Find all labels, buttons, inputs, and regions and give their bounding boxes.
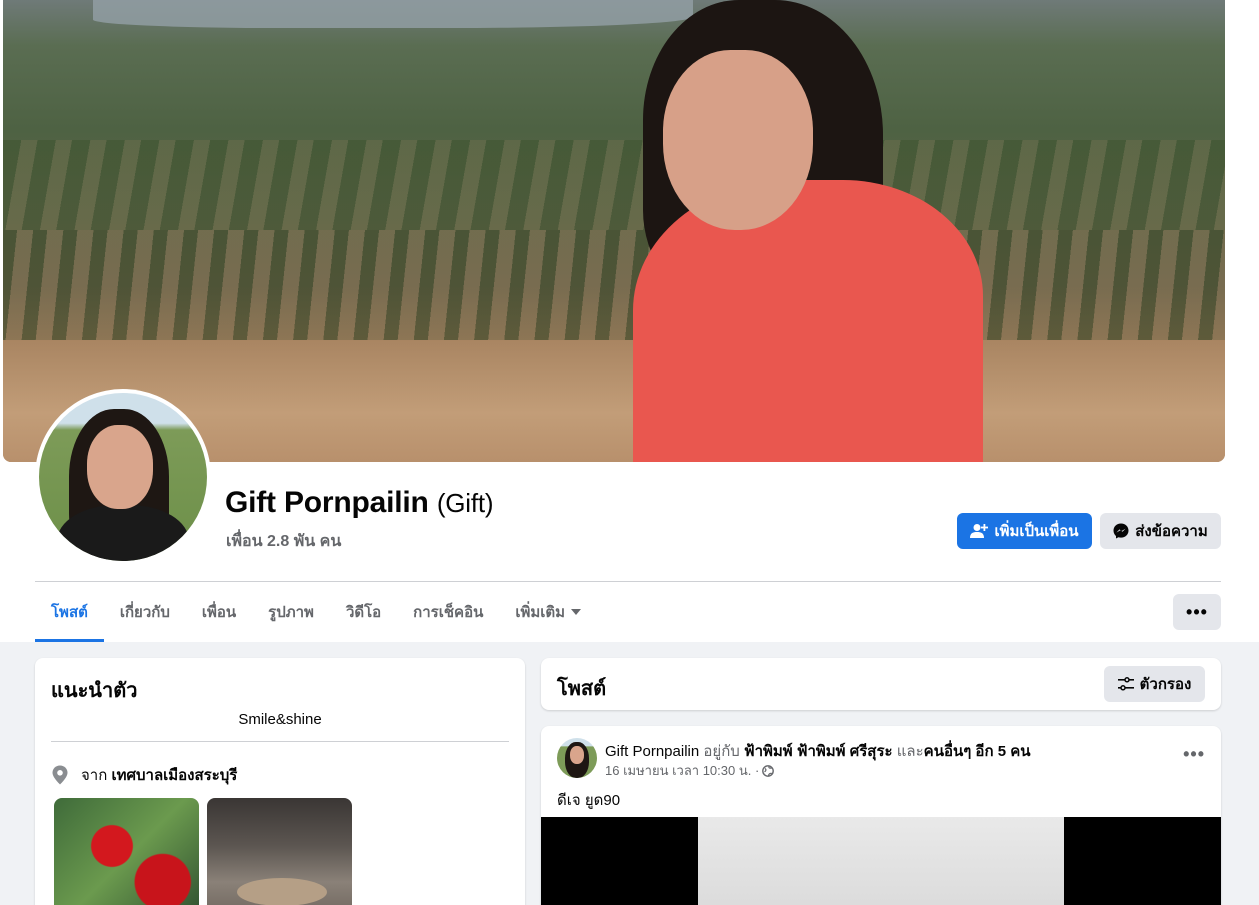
filter-button[interactable]: ตัวกรอง (1104, 666, 1205, 702)
friend-count[interactable]: เพื่อน 2.8 พัน คน (226, 529, 341, 554)
post-text: ดีเจ ยูด90 (557, 792, 621, 809)
tab-photos[interactable]: รูปภาพ (252, 583, 330, 641)
cover-photo[interactable] (3, 0, 1225, 462)
tab-label: เพื่อน (201, 604, 237, 621)
profile-tabs: โพสต์ เกี่ยวกับ เพื่อน รูปภาพ วิดีโอ การ… (35, 583, 597, 642)
tab-label: เพิ่มเติม (515, 604, 566, 621)
caret-down-icon (571, 609, 582, 615)
add-friend-label: เพิ่มเป็นเพื่อน (994, 523, 1079, 540)
tab-about[interactable]: เกี่ยวกับ (104, 583, 186, 641)
tab-label: เกี่ยวกับ (119, 604, 170, 621)
header-divider (35, 581, 1221, 582)
post-others-link[interactable]: คนอื่นๆ อีก 5 คน (924, 743, 1031, 760)
posts-title: โพสต์ (557, 678, 607, 700)
tab-videos[interactable]: วิดีโอ (330, 583, 397, 641)
hometown-prefix: จาก (81, 767, 108, 784)
tab-label: การเช็คอิน (413, 604, 484, 621)
post-tagged-link[interactable]: ฟ้าพิมพ์ ฟ้าพิมพ์ ศรีสุระ (744, 743, 893, 760)
message-button[interactable]: ส่งข้อความ (1100, 513, 1221, 549)
more-options-button[interactable]: ••• (1173, 594, 1221, 630)
location-pin-icon (52, 765, 68, 785)
intro-card: แนะนำตัว Smile&shine จาก เทศบาลเมืองสระบ… (35, 658, 525, 905)
featured-photo[interactable] (207, 798, 352, 905)
tab-label: โพสต์ (51, 604, 88, 621)
filter-label: ตัวกรอง (1139, 676, 1192, 693)
globe-icon (762, 764, 775, 777)
post-author-link[interactable]: Gift Pornpailin (605, 743, 699, 760)
profile-name: Gift Pornpailin (Gift) (225, 486, 494, 520)
tab-label: วิดีโอ (345, 604, 382, 621)
hometown-link[interactable]: เทศบาลเมืองสระบุรี (111, 767, 237, 784)
filter-icon (1117, 677, 1134, 691)
tab-friends[interactable]: เพื่อน (186, 583, 252, 641)
posts-header-card: โพสต์ ตัวกรอง (541, 658, 1221, 710)
intro-hometown: จาก เทศบาลเมืองสระบุรี (51, 763, 237, 787)
message-label: ส่งข้อความ (1135, 523, 1208, 540)
messenger-icon (1113, 523, 1129, 539)
post-with-text: อยู่กับ (703, 743, 740, 760)
tab-checkins[interactable]: การเช็คอิน (397, 583, 499, 641)
post-media[interactable] (541, 817, 1221, 905)
post-and-text: และ (896, 743, 924, 760)
tab-label: รูปภาพ (268, 604, 314, 621)
profile-nickname: (Gift) (436, 488, 494, 518)
intro-title: แนะนำตัว (51, 680, 138, 702)
post-options-button[interactable]: ••• (1183, 744, 1205, 765)
ellipsis-icon: ••• (1183, 744, 1205, 764)
tab-posts[interactable]: โพสต์ (35, 583, 104, 642)
post-card: Gift Pornpailin อยู่กับ ฟ้าพิมพ์ ฟ้าพิมพ… (541, 726, 1221, 905)
add-friend-button[interactable]: เพิ่มเป็นเพื่อน (957, 513, 1092, 549)
add-friend-icon (970, 524, 989, 538)
intro-divider (51, 741, 509, 742)
featured-photo[interactable] (54, 798, 199, 905)
post-author-avatar[interactable] (557, 738, 597, 778)
post-meta: 16 เมษายน เวลา 10:30 น. · (605, 760, 775, 781)
profile-name-text: Gift Pornpailin (225, 486, 429, 519)
tab-more[interactable]: เพิ่มเติม (499, 583, 597, 641)
ellipsis-icon: ••• (1186, 601, 1208, 622)
intro-bio: Smile&shine (238, 711, 322, 728)
post-timestamp[interactable]: 16 เมษายน เวลา 10:30 น. · (605, 760, 759, 781)
profile-picture[interactable] (35, 389, 211, 565)
